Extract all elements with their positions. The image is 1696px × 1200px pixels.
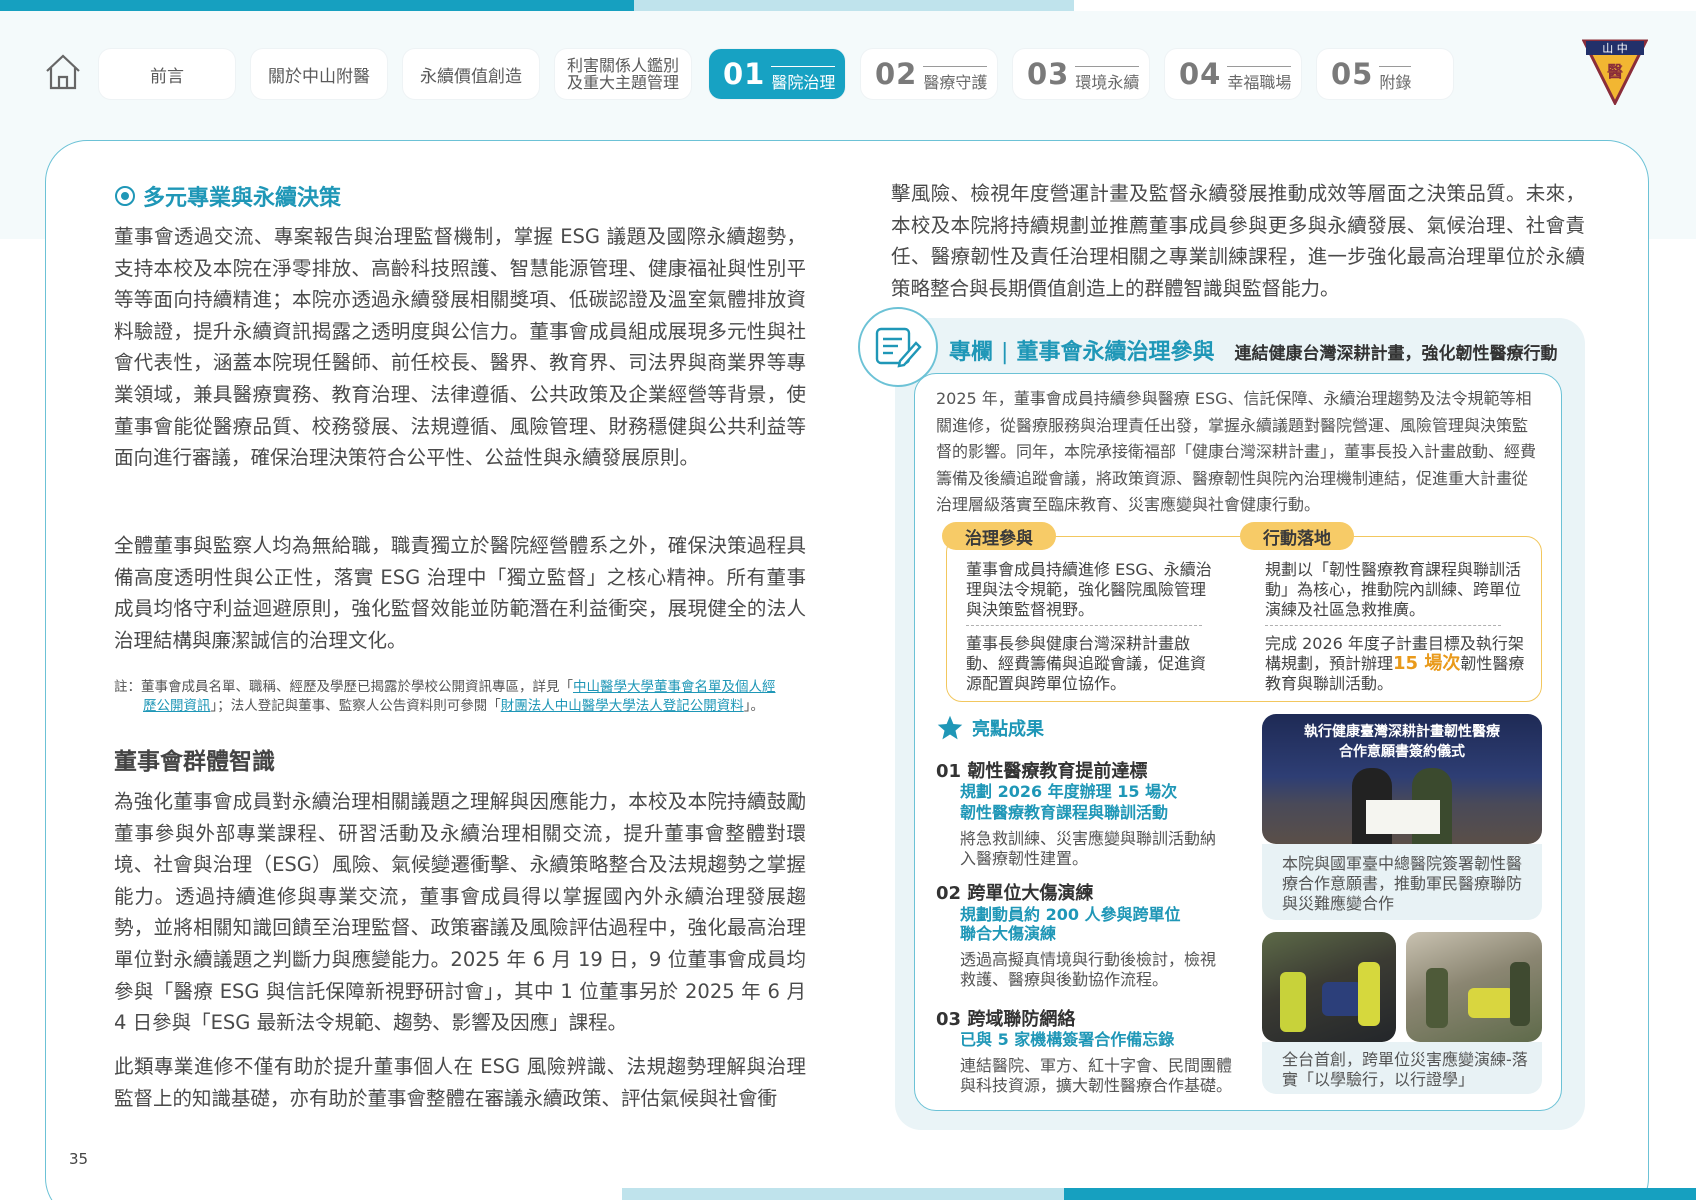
footnote: 註：董事會成員名單、職稱、經歷及學歷已揭露於學校公開資訊專區，詳見「中山醫學大學… [114,679,776,714]
highlight-2-text: 透過高擬真情境與行動後檢討，檢視 [960,950,1217,969]
nav-chapter-04[interactable]: 04 幸福職場 [1165,49,1301,99]
highlight-1-text-2: 入醫療韌性建置。 [960,849,1089,868]
paragraph-benefits: 此類專業進修不僅有助於提升董事個人在 ESG 風險辨識、法規趨勢理解與治理監督上… [114,1055,806,1110]
drill-photo-1 [1262,932,1396,1042]
nav-chapter-03[interactable]: 03 環境永續 [1013,49,1149,99]
agreement-document [1402,800,1440,834]
action-pill: 行動落地 [1240,522,1354,550]
highlight-count: 15 場次 [1393,653,1461,674]
agreement-document [1366,800,1404,834]
highlight-1-bold-2: 韌性醫療教育課程與聯訓活動 [960,803,1169,822]
highlight-1-bold: 規劃 2026 年度辦理 15 場次 [960,782,1178,801]
nav-tab-stakeholders[interactable]: 利害關係人鑑別 及重大主題管理 [555,49,691,99]
divider [966,625,1202,626]
governance-point-1: 董事會成員持續進修 ESG、永續治理與法令規範，強化醫院風險管理與決策監督視野。 [966,560,1212,619]
highlight-1-text: 將急救訓練、災害應變與聯訓活動納 [960,829,1217,848]
governance-pill: 治理參與 [942,522,1056,550]
nav-tab-preface[interactable]: 前言 [99,49,235,99]
highlight-2-bold: 規劃動員約 200 人參與跨單位 [960,905,1181,924]
hospital-logo: 山 中 醫 [1581,37,1649,107]
section-heading: 多元專業與永續決策 [115,180,341,212]
highlight-3-heading: 03 跨域聯防網絡 [936,1009,1076,1030]
svg-text:醫: 醫 [1607,62,1623,81]
page-number: 35 [69,1150,89,1168]
divider [1265,625,1501,626]
action-point-1: 規劃以「韌性醫療教育課程與聯訓活動」為核心，推動院內訓練、跨單位演練及社區急救推… [1265,560,1522,619]
paragraph-board-expertise: 董事會透過交流、專案報告與治理監督機制，掌握 ESG 議題及國際永續趨勢，支持本… [114,225,806,470]
title-separator: | [1001,340,1009,365]
legal-registration-link[interactable]: 財團法人中山醫學大學法人登記公開資料 [501,698,744,714]
board-members-link-cont[interactable]: 歷公開資訊 [143,698,211,714]
photo-caption-1c: 與災難應變合作 [1282,894,1395,913]
bottom-accent-bar [1064,1188,1696,1200]
highlights-heading: 亮點成果 [936,714,1044,742]
highlight-3-text: 連結醫院、軍方、紅十字會、民間團體 [960,1056,1233,1075]
nav-chapter-01[interactable]: 01 醫院治理 [709,49,845,99]
nav-tab-about[interactable]: 關於中山附醫 [251,49,387,99]
action-point-2: 完成 2026 年度子計畫目標及執行架構規劃，預計辦理15 場次韌性醫療教育與聯… [1265,634,1525,693]
highlight-3-text-2: 與科技資源，擴大韌性醫療合作基礎。 [960,1076,1233,1095]
photo-caption-1: 本院與國軍臺中總醫院簽署韌性醫 [1282,854,1523,873]
feature-title: 專欄 | 董事會永續治理參與 連結健康台灣深耕計畫，強化韌性醫療行動 [949,340,1558,365]
bottom-accent-bar-light [622,1188,1064,1200]
highlight-2-heading: 02 跨單位大傷演練 [936,883,1094,904]
svg-text:山 中: 山 中 [1602,42,1628,55]
drill-photo-2 [1406,932,1542,1042]
nav-chapter-05[interactable]: 05 附錄 [1317,49,1453,99]
governance-point-2: 董事長參與健康台灣深耕計畫啟動、經費籌備與追蹤會議，促進資源配置與跨單位協作。 [966,634,1207,693]
photo-caption-2b: 實「以學驗行，以行證學」 [1282,1070,1475,1089]
signing-ceremony-photo: 執行健康臺灣深耕計畫韌性醫療 合作意願書簽約儀式 [1262,714,1542,844]
top-accent-bar [0,0,634,11]
highlight-2-text-2: 救護、醫療與後勤協作流程。 [960,970,1169,989]
highlight-2-bold-2: 聯合大傷演練 [960,924,1057,943]
top-accent-bar-light [634,0,1074,11]
photo-banner: 執行健康臺灣深耕計畫韌性醫療 合作意願書簽約儀式 [1304,724,1500,760]
photo-caption-2: 全台首創，跨單位災害應變演練-落 [1282,1050,1528,1069]
nav-tab-value-creation[interactable]: 永續價值創造 [403,49,539,99]
feature-intro: 2025 年，董事會成員持續參與醫療 ESG、信託保障、永續治理趨勢及法令規範等… [936,389,1537,514]
home-icon[interactable] [44,52,82,92]
paragraph-training: 為強化董事會成員對永續治理相關議題之理解與因應能力，本校及本院持續鼓勵董事參與外… [114,790,806,1035]
subheading-collective-knowledge: 董事會群體智識 [114,749,275,775]
star-icon [937,715,963,740]
photo-caption-1b: 療合作意願書，推動軍民醫療聯防 [1282,874,1523,893]
highlight-1-heading: 01 韌性醫療教育提前達標 [936,761,1148,782]
nav-chapter-02[interactable]: 02 醫療守護 [861,49,997,99]
highlight-3-bold: 已與 5 家機構簽署合作備忘錄 [960,1030,1175,1049]
paragraph-independence: 全體董事與監察人均為無給職，職責獨立於醫院經營體系之外，確保決策過程具備高度透明… [114,534,806,652]
paragraph-continued: 擊風險、檢視年度營運計畫及監督永續發展推動成效等層面之決策品質。未來，本校及本院… [891,182,1585,300]
board-members-link[interactable]: 中山醫學大學董事會名單及個人經 [573,679,776,695]
bullet-circle-icon [115,186,135,206]
